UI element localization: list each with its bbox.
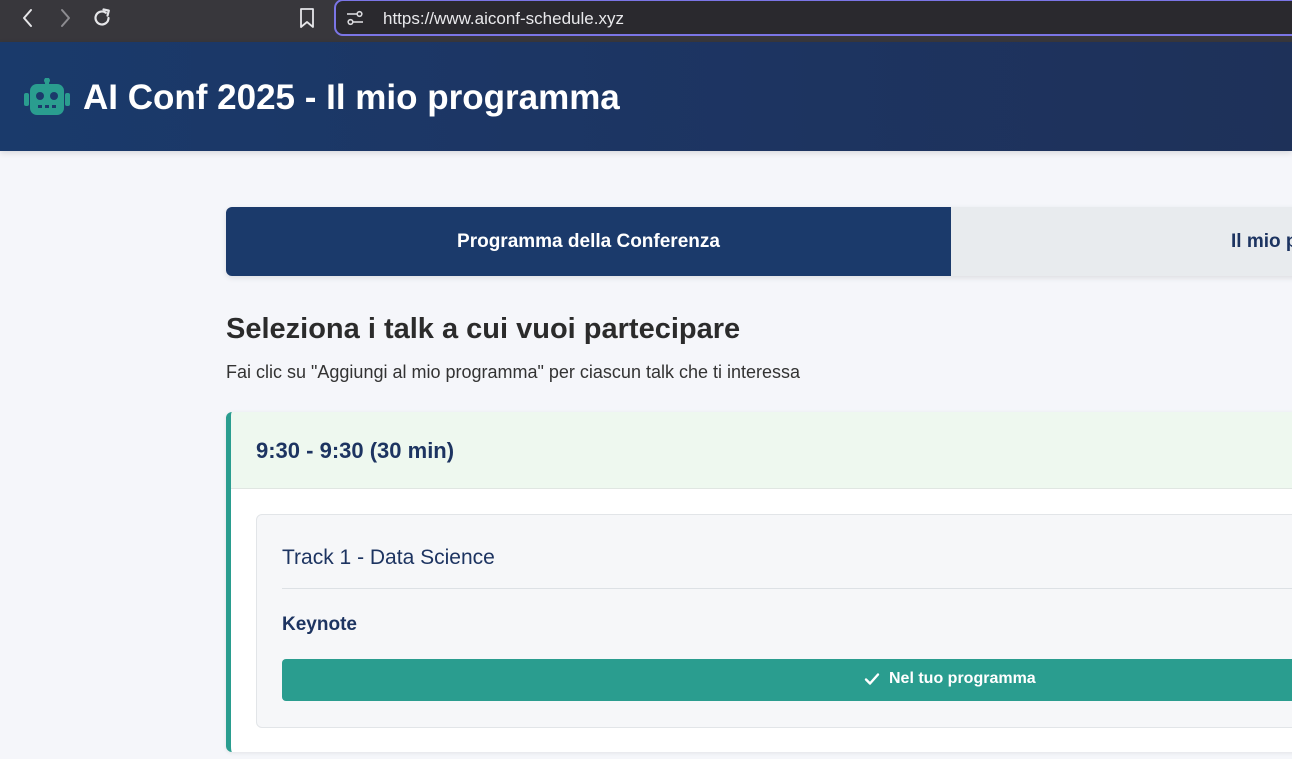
in-schedule-button[interactable]: Nel tuo programma: [282, 659, 1292, 701]
url-text: https://www.aiconf-schedule.xyz: [383, 9, 624, 28]
site-info-icon[interactable]: [346, 10, 364, 26]
time-slot-card: 9:30 - 9:30 (30 min) Track 1 - Data Scie…: [226, 412, 1292, 752]
app-header: AI Conf 2025 - Il mio programma: [0, 42, 1292, 151]
divider: [282, 588, 1292, 589]
in-schedule-label: Nel tuo programma: [889, 670, 1036, 687]
forward-icon: [61, 9, 70, 27]
back-icon: [23, 9, 32, 27]
forward-button[interactable]: [51, 4, 79, 32]
reload-button[interactable]: [88, 4, 116, 32]
tab-conference-schedule[interactable]: Programma della Conferenza: [226, 207, 951, 276]
track-name: Track 1 - Data Science: [282, 546, 495, 569]
section-subtitle: Fai clic su "Aggiungi al mio programma" …: [226, 362, 801, 382]
talk-title: Keynote: [282, 614, 357, 635]
address-bar[interactable]: https://www.aiconf-schedule.xyz: [334, 0, 1292, 36]
page-title: AI Conf 2025 - Il mio programma: [83, 78, 620, 117]
view-tabs: Programma della Conferenza Il mio p: [226, 207, 1292, 276]
robot-icon: [24, 78, 70, 115]
tab-label: Il mio p: [1231, 230, 1292, 252]
tab-my-schedule[interactable]: Il mio p: [951, 207, 1292, 276]
tab-label: Programma della Conferenza: [457, 230, 720, 252]
time-slot-header: 9:30 - 9:30 (30 min): [231, 412, 1292, 489]
reload-icon: [94, 8, 110, 26]
browser-toolbar: https://www.aiconf-schedule.xyz: [0, 0, 1292, 42]
talk-card: Track 1 - Data Science Keynote Nel tuo p…: [256, 514, 1292, 728]
section-title: Seleziona i talk a cui vuoi partecipare: [226, 313, 741, 345]
back-button[interactable]: [14, 4, 42, 32]
bookmark-icon: [300, 8, 314, 28]
button-content: Nel tuo programma: [864, 670, 1036, 688]
bookmark-button[interactable]: [293, 4, 321, 32]
time-slot-time: 9:30 - 9:30 (30 min): [256, 438, 455, 463]
check-icon: [864, 673, 880, 685]
